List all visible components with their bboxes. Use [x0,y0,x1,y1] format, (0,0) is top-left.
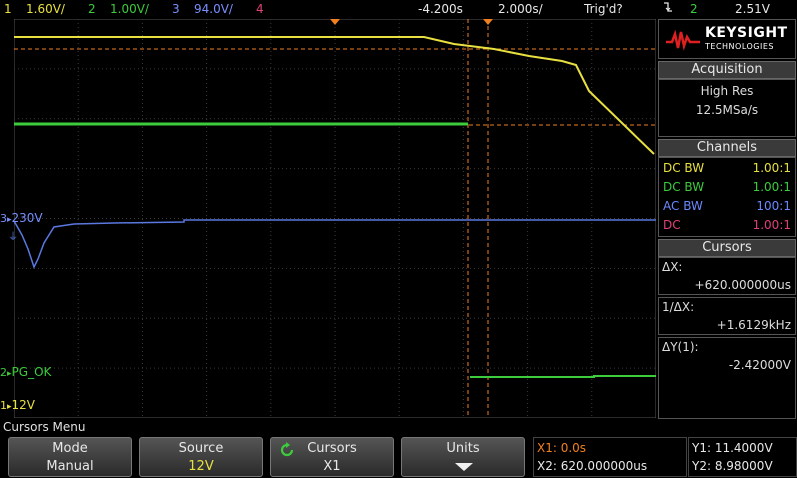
dy-label: ΔY(1): [662,340,699,354]
ch2-label: 2 [88,2,96,16]
ch1-label: 1 [4,2,12,16]
mode-value: Manual [46,459,94,474]
ch2-marker-number: 2 [0,366,7,379]
units-softkey[interactable]: Units [401,437,525,477]
ch3-waveform-name: 230V [11,211,43,225]
x2-readout: X2: 620.000000us [537,459,648,473]
trigger-source[interactable]: 2 [690,0,698,18]
ch1-scale[interactable]: 1.60V/ [26,0,65,18]
ch2-ground-marker[interactable]: 2▸PG_OK [0,365,51,379]
status-bar: 1 1.60V/ 2 1.00V/ 3 94.0V/ 4 -4.200s 2.0… [0,0,797,18]
channel-2-coupling: DC BW [663,180,705,194]
channel-row-1[interactable]: DC BW 1.00:1 [663,159,791,177]
ch1-marker-number: 1 [0,399,7,412]
source-value: 12V [188,459,214,474]
brand-name: KEYSIGHT [705,25,788,41]
cursors-label: Cursors [307,441,357,456]
channel-row-4[interactable]: DC 1.00:1 [663,216,791,234]
channel-1-coupling: DC BW [663,161,705,175]
channels-title[interactable]: Channels [658,139,796,157]
dy-value: -2.42000V [728,358,791,372]
mode-softkey[interactable]: Mode Manual [8,437,132,477]
acq-rate: 12.5MSa/s [695,103,759,117]
brand-subtitle: TECHNOLOGIES [705,42,774,51]
channel-row-2[interactable]: DC BW 1.00:1 [663,178,791,196]
y-readout: Y1: 11.4000V Y2: 8.98000V [688,437,797,477]
dx-box: ΔX: +620.000000us [658,257,796,295]
source-softkey[interactable]: Source 12V [139,437,263,477]
ch1-ground-marker[interactable]: 1▸12V [0,398,35,412]
y1-readout: Y1: 11.4000V [692,441,773,455]
ch4-label[interactable]: 4 [256,0,264,18]
ch2-scale[interactable]: 1.00V/ [110,0,149,18]
mode-label: Mode [52,441,88,456]
channel-3-coupling: AC BW [663,199,703,213]
ch2-waveform-name: PG_OK [11,365,52,379]
cursors-softkey[interactable]: Cursors X1 [270,437,394,477]
trigger-status: Trig'd? [584,2,623,16]
acquisition-title[interactable]: Acquisition [658,61,796,79]
ch3-marker-number: 3 [0,212,7,225]
ch3-scale[interactable]: 94.0V/ [194,0,233,18]
trigger-level[interactable]: 2.51V [735,0,770,18]
y2-readout: Y2: 8.98000V [692,459,773,473]
ch3-label: 3 [172,2,180,16]
channel-4-coupling: DC [663,218,681,232]
channel-row-3[interactable]: AC BW 100:1 [663,197,791,215]
inv-dx-box: 1/ΔX: +1.6129kHz [658,297,796,335]
keysight-logo: KEYSIGHT TECHNOLOGIES [658,19,796,59]
acq-mode: High Res [700,84,754,98]
dy-box: ΔY(1): -2.42000V [658,337,796,419]
inv-dx-value: +1.6129kHz [716,318,791,332]
units-label: Units [446,441,480,456]
menu-title: Cursors Menu [0,419,797,436]
x-readout: X1: 0.0s X2: 620.000000us [533,437,687,477]
channel-2-ratio: 1.00:1 [752,180,791,194]
waveform-display[interactable] [14,19,656,418]
dx-value: +620.000000us [694,278,791,292]
channel-4-ratio: 1.00:1 [752,218,791,232]
cursors-title[interactable]: Cursors [658,239,796,257]
ch1-waveform-name: 12V [11,398,36,412]
dx-label: ΔX: [662,260,683,274]
ch2-waveform-low [470,375,656,378]
ch3-ground-arrow: ⏚ [8,232,18,243]
down-arrow-icon [455,463,473,471]
cursors-value: X1 [323,459,341,474]
channel-3-ratio: 100:1 [756,199,791,213]
time-offset[interactable]: -4.200s [418,0,463,18]
channels-box: DC BW 1.00:1 DC BW 1.00:1 AC BW 100:1 DC… [658,157,796,237]
keysight-wave-icon [666,29,700,51]
inv-dx-label: 1/ΔX: [662,300,695,314]
right-panel: KEYSIGHT TECHNOLOGIES Acquisition High R… [657,19,797,419]
falling-edge-icon [662,0,674,19]
ch3-ground-marker[interactable]: 3▸230V [0,211,43,225]
x1-readout: X1: 0.0s [537,441,587,455]
timebase[interactable]: 2.000s/ [498,0,543,18]
source-label: Source [178,441,224,456]
acquisition-box: High Res 12.5MSa/s [658,79,796,137]
channel-1-ratio: 1.00:1 [752,161,791,175]
